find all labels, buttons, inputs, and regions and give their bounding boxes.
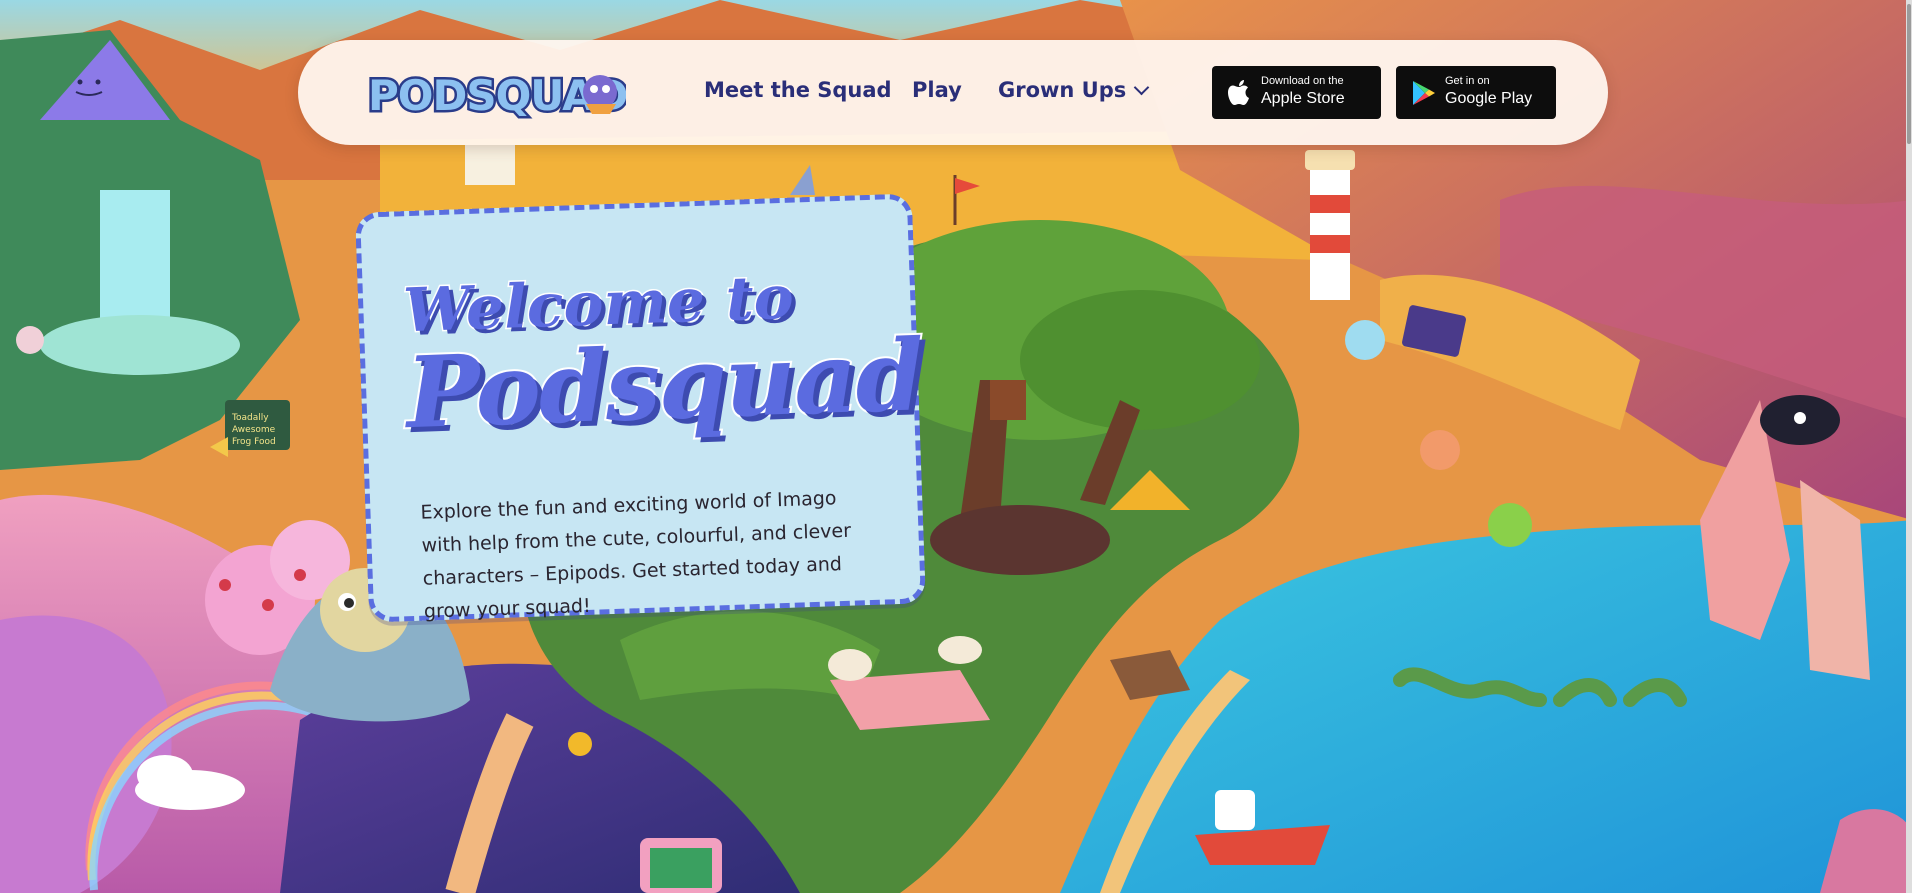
lighthouse-stripe: [1310, 235, 1350, 253]
podsquad-logo[interactable]: PODSQUAD: [364, 62, 631, 124]
chevron-down-icon: [1134, 79, 1150, 96]
logo-mascot-icon: [583, 75, 617, 109]
scrollbar[interactable]: [1906, 0, 1912, 893]
logo-mascot-eye: [590, 85, 598, 93]
cherry: [219, 579, 231, 591]
google-play-small-text: Get in on: [1445, 75, 1490, 87]
arcade-display: [650, 848, 712, 888]
lighthouse-stripe: [1310, 195, 1350, 213]
apple-store-big-text: Apple Store: [1261, 90, 1345, 107]
page: Toadally Awesome Frog Food PODSQUAD Meet…: [0, 0, 1912, 893]
shark-sign: [465, 145, 515, 185]
logo-mascot-eye: [602, 85, 610, 93]
hero-description: Explore the fun and exciting world of Im…: [420, 487, 852, 623]
treehouse: [990, 380, 1026, 420]
hero-title-line2: Podsquad: [402, 316, 926, 453]
blue-slime-creature: [1345, 320, 1385, 360]
frog-sign-text: Frog Food: [232, 437, 276, 447]
stork: [938, 636, 982, 664]
creature-pupil: [344, 598, 354, 608]
google-play-icon: [1413, 81, 1435, 105]
apple-icon: [1228, 80, 1249, 105]
green-slime-creature: [1488, 503, 1532, 547]
nav-grown-ups-label: Grown Ups: [998, 78, 1127, 102]
cherry: [262, 599, 274, 611]
cherry: [294, 569, 306, 581]
orange-creature: [1420, 430, 1460, 470]
mountain-eye: [77, 79, 83, 85]
big-tree-canopy: [1020, 290, 1260, 430]
google-play-big-text: Google Play: [1445, 90, 1533, 107]
lighthouse: [1310, 165, 1350, 300]
goose: [828, 649, 872, 681]
google-play-button[interactable]: Get in on Google Play: [1396, 66, 1556, 119]
nav-play[interactable]: Play: [912, 78, 962, 102]
tree-shadow: [930, 505, 1110, 575]
pirate-skull: [1794, 412, 1806, 424]
sunflower: [568, 732, 592, 756]
frog-sign-text: Toadally: [231, 413, 269, 423]
apple-store-small-text: Download on the: [1261, 75, 1344, 87]
top-navigation: PODSQUAD Meet the Squad Play Grown Ups D…: [298, 40, 1608, 145]
scrollbar-thumb[interactable]: [1907, 4, 1911, 144]
mushroom: [16, 326, 44, 354]
lighthouse-top: [1305, 150, 1355, 170]
apple-store-button[interactable]: Download on the Apple Store: [1212, 66, 1381, 119]
nav-grown-ups-dropdown[interactable]: Grown Ups: [998, 78, 1150, 102]
boat-cabin: [1215, 790, 1255, 830]
cloud: [137, 755, 193, 795]
frog-sign-text: Awesome: [232, 425, 276, 435]
welcome-card: Welcome to Podsquad Explore the fun and …: [355, 193, 926, 623]
nav-meet-the-squad[interactable]: Meet the Squad: [704, 78, 892, 102]
waterfall-pool: [40, 315, 240, 375]
mountain-eye: [95, 79, 101, 85]
